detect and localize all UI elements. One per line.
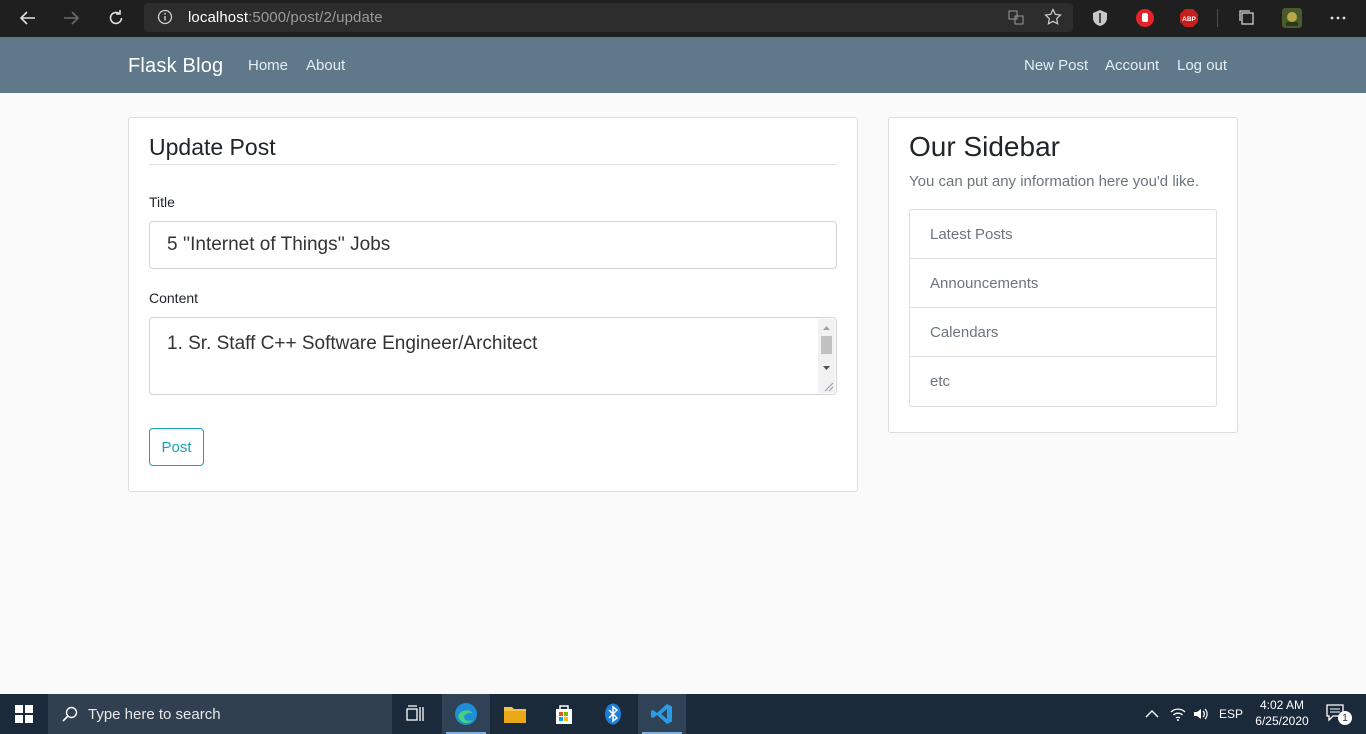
volume-icon[interactable]	[1190, 694, 1212, 734]
title-input[interactable]: 5 ''Internet of Things'' Jobs	[149, 221, 837, 269]
profile-avatar[interactable]	[1279, 5, 1305, 31]
nav-about-link[interactable]: About	[306, 57, 345, 74]
sidebar-description: You can put any information here you'd l…	[909, 173, 1199, 190]
refresh-icon[interactable]	[100, 2, 132, 34]
more-menu-icon[interactable]	[1325, 5, 1351, 31]
clock-date: 6/25/2020	[1255, 714, 1309, 728]
nav-home-link[interactable]: Home	[248, 57, 288, 74]
url-text: localhost:5000/post/2/update	[188, 9, 383, 26]
notification-center-icon[interactable]: 1	[1322, 694, 1352, 734]
content-textarea[interactable]: 1. Sr. Staff C++ Software Engineer/Archi…	[149, 317, 837, 395]
task-view-icon[interactable]	[392, 694, 440, 734]
nav-account-link[interactable]: Account	[1105, 57, 1159, 74]
collections-icon[interactable]	[1234, 5, 1260, 31]
language-indicator[interactable]: ESP	[1216, 694, 1246, 734]
vscode-icon[interactable]	[638, 694, 686, 734]
content-label: Content	[149, 290, 199, 306]
legend-divider	[149, 164, 837, 165]
toolbar-divider	[1217, 9, 1218, 27]
title-input-value: 5 ''Internet of Things'' Jobs	[167, 234, 391, 255]
browser-toolbar: localhost:5000/post/2/update ABP	[0, 0, 1366, 37]
back-icon[interactable]	[12, 2, 44, 34]
brand-link[interactable]: Flask Blog	[128, 55, 223, 78]
shield-extension-icon[interactable]	[1087, 5, 1113, 31]
taskbar-clock[interactable]: 4:02 AM 6/25/2020	[1250, 697, 1314, 729]
windows-start-icon[interactable]	[0, 694, 48, 734]
abp-extension-icon[interactable]: ABP	[1176, 5, 1202, 31]
tray-chevron-up-icon[interactable]	[1142, 694, 1162, 734]
nav-logout-link[interactable]: Log out	[1177, 57, 1227, 74]
notification-count-badge: 1	[1338, 711, 1352, 725]
windows-taskbar: Type here to search ESP 4:02 AM 6/25/202…	[0, 694, 1366, 734]
clock-time: 4:02 AM	[1259, 698, 1305, 712]
update-post-card: Update Post Title 5 ''Internet of Things…	[128, 117, 858, 492]
taskbar-search[interactable]: Type here to search	[48, 694, 392, 734]
favorite-star-icon[interactable]	[1044, 8, 1062, 31]
title-label: Title	[149, 194, 175, 210]
search-icon	[62, 706, 78, 722]
address-bar[interactable]: localhost:5000/post/2/update	[144, 3, 1073, 32]
sidebar-title: Our Sidebar	[909, 131, 1060, 162]
sidebar-card: Our Sidebar You can put any information …	[888, 117, 1238, 433]
file-explorer-icon[interactable]	[491, 694, 539, 734]
wifi-icon[interactable]	[1168, 694, 1188, 734]
nav-new-post-link[interactable]: New Post	[1024, 57, 1088, 74]
sidebar-item-announcements[interactable]: Announcements	[910, 259, 1216, 308]
info-icon[interactable]	[157, 9, 173, 30]
edge-browser-icon[interactable]	[442, 694, 490, 734]
sidebar-item-latest-posts[interactable]: Latest Posts	[910, 210, 1216, 259]
search-placeholder: Type here to search	[88, 705, 221, 723]
svg-text:ABP: ABP	[1182, 16, 1196, 23]
form-legend: Update Post	[149, 134, 276, 160]
content-textarea-value: 1. Sr. Staff C++ Software Engineer/Archi…	[167, 333, 538, 354]
textarea-scrollbar[interactable]	[818, 319, 835, 393]
sidebar-item-calendars[interactable]: Calendars	[910, 308, 1216, 357]
sidebar-item-etc[interactable]: etc	[910, 357, 1216, 406]
sidebar-list: Latest Posts Announcements Calendars etc	[909, 209, 1217, 407]
forward-icon[interactable]	[55, 2, 87, 34]
post-submit-button[interactable]: Post	[149, 428, 204, 466]
site-navbar: Flask Blog Home About New Post Account L…	[0, 37, 1366, 93]
translate-icon[interactable]	[1008, 9, 1025, 31]
bluetooth-icon[interactable]	[589, 694, 637, 734]
microsoft-store-icon[interactable]	[540, 694, 588, 734]
adblock-hand-icon[interactable]	[1132, 5, 1158, 31]
